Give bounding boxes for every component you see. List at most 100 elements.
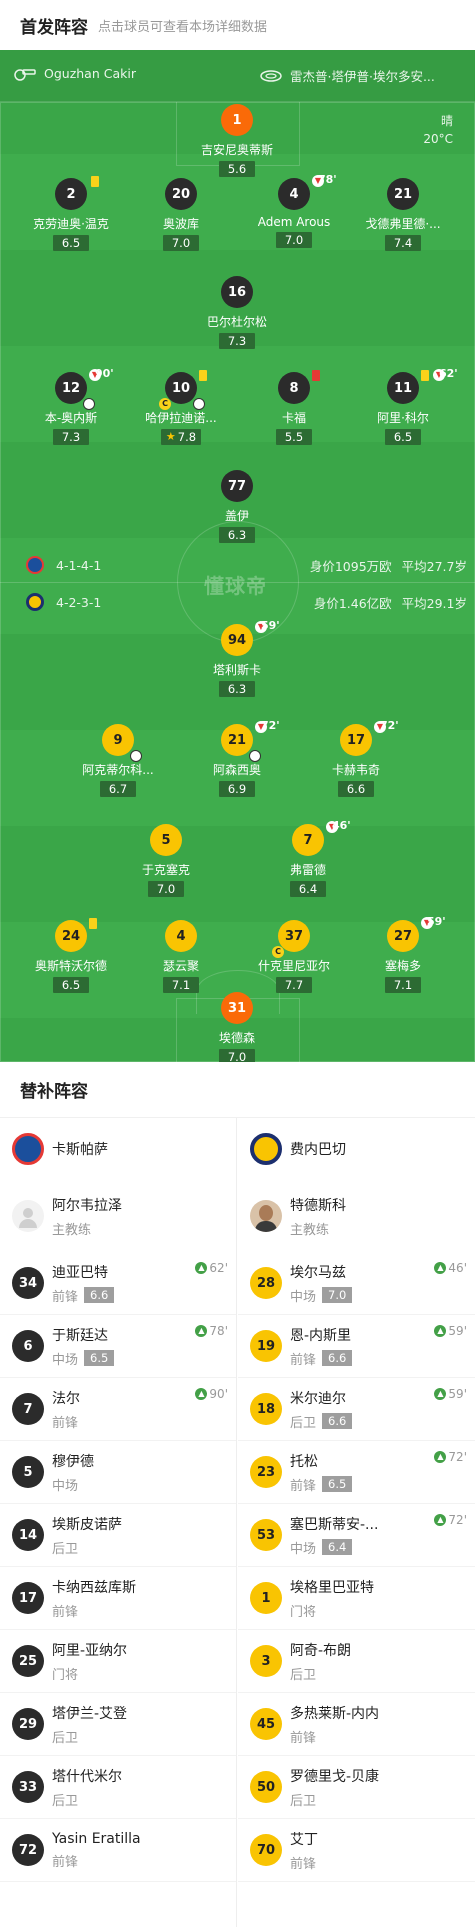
- player-position: 后卫: [290, 1415, 317, 1431]
- lineup-header: 首发阵容 点击球员可查看本场详细数据: [0, 0, 475, 50]
- away-substitutes: 费内巴切 特德斯科 主教练 28 埃尔马兹 中场 7.0 ▲ 46' 19 恩-内斯里 前锋 6.…: [238, 1118, 475, 1882]
- player-home-def[interactable]: 21 戈德弗里德·... 7.4: [343, 178, 463, 251]
- sub-player-row[interactable]: 72 Yasin Eratilla 前锋: [0, 1819, 236, 1882]
- player-home-def[interactable]: 4 ▼ 78' Adem Arous 7.0: [234, 173, 354, 248]
- player-rating: 6.7: [100, 781, 136, 797]
- player-away-wing[interactable]: 9 阿克蒂尔科... 6.7: [58, 724, 178, 797]
- sub-player-row[interactable]: 28 埃尔马兹 中场 7.0 ▲ 46': [238, 1252, 475, 1315]
- player-position-row: 前锋 6.5: [290, 1475, 353, 1494]
- player-number: 33: [12, 1771, 44, 1803]
- player-number: 31: [221, 992, 253, 1024]
- player-home-dm[interactable]: 16 巴尔杜尔松 7.3: [177, 276, 297, 349]
- player-position: 后卫: [52, 1541, 79, 1557]
- sub-minute: 59': [448, 1387, 467, 1401]
- player-home-def[interactable]: 20 奥波库 7.0: [121, 178, 241, 251]
- player-position: 前锋: [290, 1352, 317, 1368]
- player-home-mid[interactable]: 11 ▼ 62' 阿里·科尔 6.5: [343, 367, 463, 445]
- away-market-value: 身价1.46亿欧: [313, 596, 392, 611]
- sub-player-row[interactable]: 7 法尔 前锋 ▲ 90': [0, 1378, 236, 1441]
- player-rating: 6.6: [84, 1287, 115, 1303]
- player-position-row: 前锋 6.6: [52, 1286, 115, 1305]
- star-icon: ★: [165, 430, 176, 443]
- player-rating: 6.5: [385, 429, 421, 445]
- player-number: 14: [12, 1519, 44, 1551]
- player-number: 21: [387, 178, 419, 210]
- player-position: 中场: [290, 1289, 317, 1305]
- player-away-def[interactable]: 24 奥斯特沃尔德 6.5: [11, 918, 131, 993]
- home-formation-text: 4-1-4-1: [56, 557, 102, 573]
- sub-player-row[interactable]: 19 恩-内斯里 前锋 6.6 ▲ 59': [238, 1315, 475, 1378]
- weather-condition: 晴: [440, 114, 453, 128]
- sub-player-row[interactable]: 70 艾丁 前锋: [238, 1819, 475, 1882]
- sub-player-row[interactable]: 14 埃斯皮诺萨 后卫: [0, 1504, 236, 1567]
- player-position-row: 前锋: [290, 1727, 379, 1746]
- sub-player-row[interactable]: 3 阿奇-布朗 后卫: [238, 1630, 475, 1693]
- sub-in-time: ▲ 46': [434, 1261, 467, 1275]
- sub-minute: 72': [380, 719, 399, 732]
- player-name: 哈伊拉迪诺...: [145, 411, 217, 425]
- sub-player-row[interactable]: 29 塔伊兰-艾登 后卫: [0, 1693, 236, 1756]
- lineup-subtitle: 点击球员可查看本场详细数据: [98, 19, 268, 35]
- home-sub-list: 34 迪亚巴特 前锋 6.6 ▲ 62' 6 于斯廷达 中场 6.5 ▲ 78' 7 法尔 前锋 ▲ 90' 5 穆…: [0, 1252, 236, 1882]
- sub-player-row[interactable]: 18 米尔迪尔 后卫 6.6 ▲ 59': [238, 1378, 475, 1441]
- home-coach[interactable]: 阿尔韦拉泽 主教练: [0, 1180, 236, 1252]
- coach-name: 特德斯科: [290, 1197, 346, 1214]
- player-name: 于斯廷达: [52, 1327, 108, 1344]
- sub-player-row[interactable]: 5 穆伊德 中场: [0, 1441, 236, 1504]
- sub-player-row[interactable]: 25 阿里-亚纳尔 门将: [0, 1630, 236, 1693]
- player-away-cam[interactable]: 21 ▼ 72' 阿森西奥 6.9: [177, 719, 297, 797]
- referee-name: Oguzhan Cakir: [44, 66, 136, 81]
- player-name: 埃尔马兹: [290, 1264, 346, 1281]
- player-home-def[interactable]: 2 克劳迪奥·温克 6.5: [11, 176, 131, 251]
- player-name: Adem Arous: [257, 215, 331, 229]
- away-formation-text: 4-2-3-1: [56, 594, 102, 610]
- away-formation: 4-2-3-1: [26, 593, 101, 611]
- player-number: 8: [278, 370, 320, 404]
- player-away-dm[interactable]: 7 ▼ 46' 弗雷德 6.4: [248, 819, 368, 897]
- player-name: 塔什代米尔: [52, 1768, 122, 1785]
- sub-minute: 59': [427, 915, 446, 928]
- player-away-gk[interactable]: 31 埃德森 7.0: [177, 992, 297, 1062]
- player-away-def[interactable]: 27 ▼ 59' 塞梅多 7.1: [343, 915, 463, 993]
- home-team-value: 身价1095万欧 平均27.7岁: [300, 556, 467, 575]
- sub-in-icon: ▲: [195, 1262, 208, 1274]
- player-away-am[interactable]: 94 ▼ 59' 塔利斯卡 6.3: [177, 619, 297, 697]
- goal-ball-icon: [193, 398, 205, 410]
- sub-player-row[interactable]: 6 于斯廷达 中场 6.5 ▲ 78': [0, 1315, 236, 1378]
- player-name: 弗雷德: [289, 863, 326, 877]
- player-position: 前锋: [290, 1478, 317, 1494]
- player-number: 12 ▼ 90': [55, 367, 114, 410]
- player-name: 迪亚巴特: [52, 1264, 108, 1281]
- player-away-def[interactable]: 4 瑟云聚 7.1: [121, 920, 241, 993]
- player-name: 阿里·科尔: [377, 411, 429, 425]
- player-home-mid[interactable]: 10 C 哈伊拉迪诺... ★ 7.8: [121, 370, 241, 445]
- sub-player-row[interactable]: 45 多热莱斯-内内 前锋: [238, 1693, 475, 1756]
- player-away-def[interactable]: 37 C 什克里尼亚尔 7.7: [234, 920, 354, 993]
- away-coach[interactable]: 特德斯科 主教练: [238, 1180, 475, 1252]
- player-number: 94 ▼ 59': [221, 619, 280, 656]
- coach-role: 主教练: [52, 1222, 92, 1238]
- player-home-gk[interactable]: 1 吉安尼奥蒂斯 5.6: [177, 104, 297, 177]
- player-position: 后卫: [290, 1793, 317, 1809]
- player-name: 卡福: [281, 411, 306, 425]
- player-away-dm[interactable]: 5 于克塞克 7.0: [106, 824, 226, 897]
- sub-player-row[interactable]: 17 卡纳西兹库斯 前锋: [0, 1567, 236, 1630]
- sub-player-row[interactable]: 1 埃格里巴亚特 门将: [238, 1567, 475, 1630]
- player-home-mid[interactable]: 8 卡福 5.5: [234, 370, 354, 445]
- sub-player-row[interactable]: 34 迪亚巴特 前锋 6.6 ▲ 62': [0, 1252, 236, 1315]
- sub-minute: 72': [261, 719, 280, 732]
- sub-player-row[interactable]: 23 托松 前锋 6.5 ▲ 72': [238, 1441, 475, 1504]
- player-away-wing[interactable]: 17 ▼ 72' 卡赫韦奇 6.6: [296, 719, 416, 797]
- player-rating: 6.5: [53, 977, 89, 993]
- captain-icon: C: [272, 946, 284, 958]
- sub-player-row[interactable]: 53 塞巴斯蒂安-... 中场 6.4 ▲ 72': [238, 1504, 475, 1567]
- sub-in-icon: ▲: [195, 1388, 208, 1400]
- player-rating: 7.4: [385, 235, 421, 251]
- player-home-fwd[interactable]: 77 盖伊 6.3: [177, 470, 297, 543]
- player-home-mid[interactable]: 12 ▼ 90' 本-奥内斯 7.3: [11, 367, 131, 445]
- sub-player-row[interactable]: 50 罗德里戈-贝康 后卫: [238, 1756, 475, 1819]
- home-team-row[interactable]: 卡斯帕萨: [0, 1118, 236, 1180]
- sub-player-row[interactable]: 33 塔什代米尔 后卫: [0, 1756, 236, 1819]
- away-team-row[interactable]: 费内巴切: [238, 1118, 475, 1180]
- player-name: 埃格里巴亚特: [290, 1579, 374, 1596]
